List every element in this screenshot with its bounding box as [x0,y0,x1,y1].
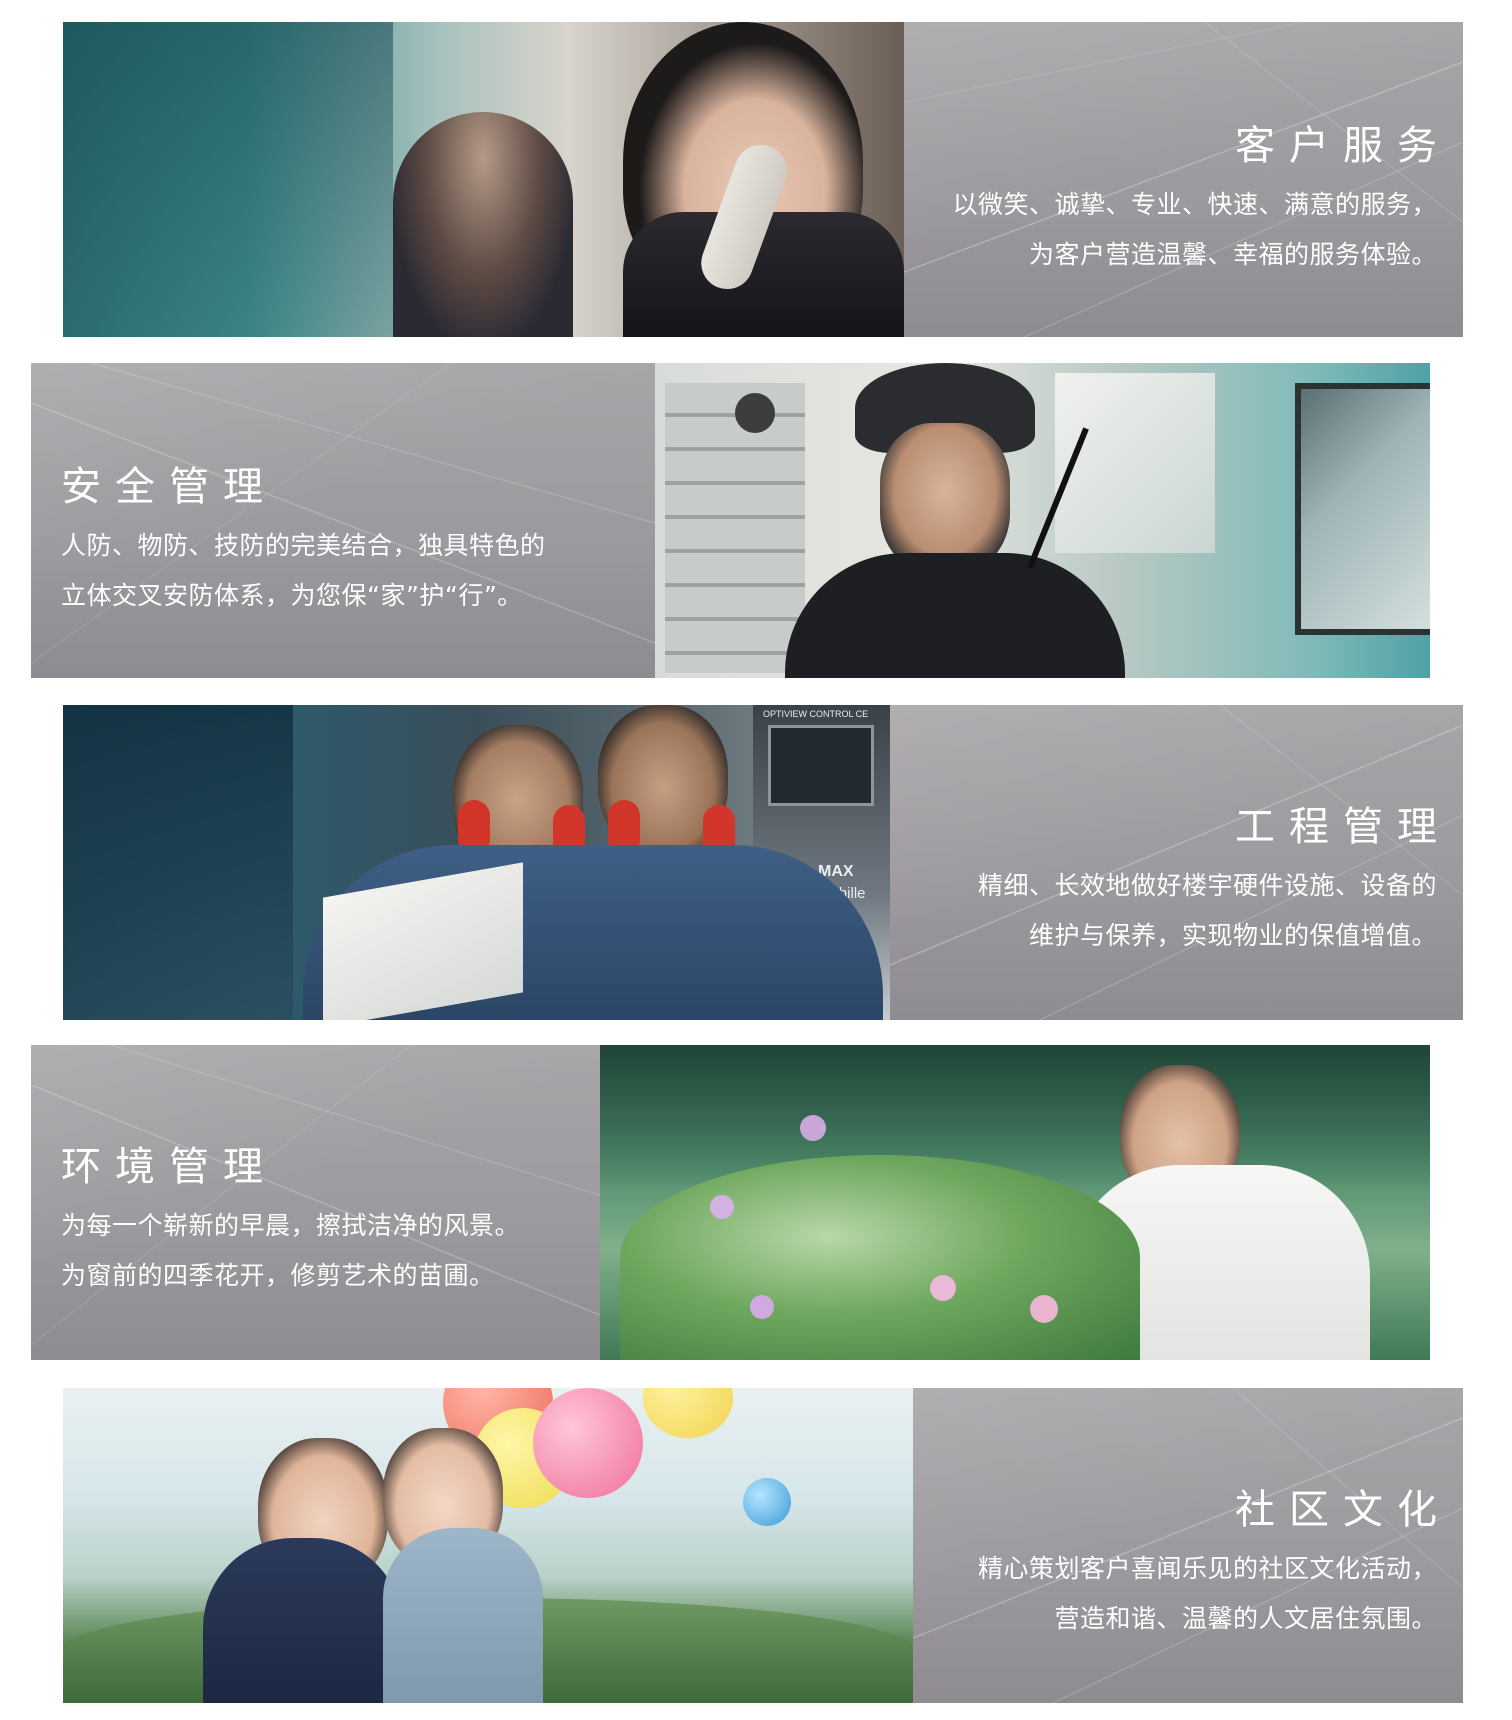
security-text: 安全管理 人防、物防、技防的完美结合，独具特色的 立体交叉安防体系，为您保“家”… [61,463,546,621]
security-photo [655,363,1430,678]
customer-service-text: 客户服务 以微笑、诚挚、专业、快速、满意的服务， 为客户营造温馨、幸福的服务体验… [952,122,1437,280]
engineering-panel: 工程管理 精细、长效地做好楼宇硬件设施、设备的 维护与保养，实现物业的保值增值。 [890,705,1463,1020]
banner-customer-service: 客户服务 以微笑、诚挚、专业、快速、满意的服务， 为客户营造温馨、幸福的服务体验… [63,22,1463,337]
banner-title: 环境管理 [61,1144,277,1190]
community-text: 社区文化 精心策划客户喜闻乐见的社区文化活动， 营造和谐、温馨的人文居住氛围。 [978,1486,1437,1644]
banner-desc-line-2: 为窗前的四季花开，修剪艺术的苗圃。 [61,1261,495,1290]
banner-desc-line-2: 维护与保养，实现物业的保值增值。 [1028,921,1437,950]
banner-engineering-management: OPTIVIEW CONTROL CE MAX w Chille 工程管理 精细… [63,705,1463,1020]
customer-service-photo [63,22,904,337]
banner-security-management: 安全管理 人防、物防、技防的完美结合，独具特色的 立体交叉安防体系，为您保“家”… [31,363,1430,678]
banner-desc-line-1: 人防、物防、技防的完美结合，独具特色的 [61,531,546,560]
customer-service-panel: 客户服务 以微笑、诚挚、专业、快速、满意的服务， 为客户营造温馨、幸福的服务体验… [904,22,1463,337]
environment-photo [600,1045,1430,1360]
banner-desc-line-2: 营造和谐、温馨的人文居住氛围。 [1054,1604,1437,1633]
security-panel: 安全管理 人防、物防、技防的完美结合，独具特色的 立体交叉安防体系，为您保“家”… [31,363,655,678]
banner-desc-line-1: 为每一个崭新的早晨，擦拭洁净的风景。 [61,1211,521,1240]
banner-title: 社区文化 [1235,1487,1451,1533]
engineering-photo: OPTIVIEW CONTROL CE MAX w Chille [63,705,890,1020]
service-page: 客户服务 以微笑、诚挚、专业、快速、满意的服务， 为客户营造温馨、幸福的服务体验… [0,0,1512,1720]
banner-desc-line-2: 立体交叉安防体系，为您保“家”护“行”。 [61,581,523,610]
banner-environment-management: 环境管理 为每一个崭新的早晨，擦拭洁净的风景。 为窗前的四季花开，修剪艺术的苗圃… [31,1045,1430,1360]
control-panel-label: OPTIVIEW CONTROL CE [763,709,869,719]
community-photo [63,1388,913,1703]
banner-title: 工程管理 [1235,804,1451,850]
community-panel: 社区文化 精心策划客户喜闻乐见的社区文化活动， 营造和谐、温馨的人文居住氛围。 [913,1388,1463,1703]
environment-text: 环境管理 为每一个崭新的早晨，擦拭洁净的风景。 为窗前的四季花开，修剪艺术的苗圃… [61,1143,520,1301]
engineering-text: 工程管理 精细、长效地做好楼宇硬件设施、设备的 维护与保养，实现物业的保值增值。 [978,803,1437,961]
banner-title: 安全管理 [61,464,277,510]
banner-community-culture: 社区文化 精心策划客户喜闻乐见的社区文化活动， 营造和谐、温馨的人文居住氛围。 [63,1388,1463,1703]
banner-desc-line-1: 精细、长效地做好楼宇硬件设施、设备的 [977,871,1437,900]
environment-panel: 环境管理 为每一个崭新的早晨，擦拭洁净的风景。 为窗前的四季花开，修剪艺术的苗圃… [31,1045,600,1360]
banner-desc-line-1: 精心策划客户喜闻乐见的社区文化活动， [977,1554,1437,1583]
banner-title: 客户服务 [1235,123,1451,169]
banner-desc-line-2: 为客户营造温馨、幸福的服务体验。 [1028,240,1437,269]
banner-desc-line-1: 以微笑、诚挚、专业、快速、满意的服务， [952,190,1437,219]
